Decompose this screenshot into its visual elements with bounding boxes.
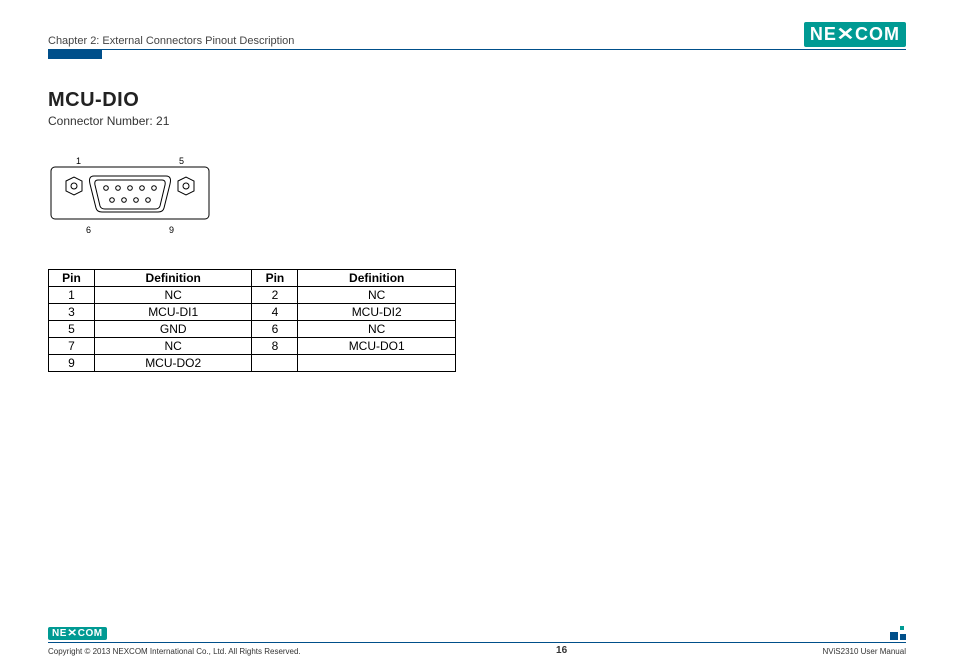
footer-brand-logo: NE✕COM: [48, 627, 107, 640]
cell-pin-a: 9: [49, 355, 95, 372]
page-number: 16: [556, 645, 567, 656]
cell-def-b: MCU-DO1: [298, 338, 456, 355]
cell-pin-a: 1: [49, 287, 95, 304]
cell-pin-b: [252, 355, 298, 372]
pinout-tbody: 1NC2NC3MCU-DI14MCU-DI25GND6NC7NC8MCU-DO1…: [49, 287, 456, 372]
table-row: 5GND6NC: [49, 321, 456, 338]
pin-label-6: 6: [86, 225, 91, 235]
footer-rule: [48, 642, 906, 643]
table-header-row: Pin Definition Pin Definition: [49, 270, 456, 287]
th-pin-b: Pin: [252, 270, 298, 287]
cell-pin-b: 6: [252, 321, 298, 338]
section-title: MCU-DIO: [48, 89, 906, 112]
cell-def-a: NC: [94, 287, 252, 304]
cell-def-b: MCU-DI2: [298, 304, 456, 321]
chapter-title: Chapter 2: External Connectors Pinout De…: [48, 35, 294, 47]
db9-connector-icon: [50, 166, 210, 220]
cell-pin-b: 4: [252, 304, 298, 321]
page-footer: NE✕COM Copyright © 2013 NEXCOM Internati…: [48, 626, 906, 656]
cell-def-b: [298, 355, 456, 372]
cell-def-b: NC: [298, 321, 456, 338]
cell-pin-a: 3: [49, 304, 95, 321]
connector-number: Connector Number: 21: [48, 114, 906, 128]
table-row: 7NC8MCU-DO1: [49, 338, 456, 355]
cell-def-b: NC: [298, 287, 456, 304]
pin-label-9: 9: [169, 225, 174, 235]
table-row: 3MCU-DI14MCU-DI2: [49, 304, 456, 321]
corner-mark-icon: [890, 626, 906, 640]
cell-def-a: GND: [94, 321, 252, 338]
cell-pin-a: 7: [49, 338, 95, 355]
cell-def-a: MCU-DO2: [94, 355, 252, 372]
cell-pin-b: 2: [252, 287, 298, 304]
table-row: 9MCU-DO2: [49, 355, 456, 372]
brand-logo: NE✕COM: [804, 22, 906, 47]
th-def-b: Definition: [298, 270, 456, 287]
header-rule: [48, 49, 906, 63]
cell-pin-b: 8: [252, 338, 298, 355]
cell-def-a: MCU-DI1: [94, 304, 252, 321]
pinout-table: Pin Definition Pin Definition 1NC2NC3MCU…: [48, 269, 456, 372]
logo-x-icon: ✕: [836, 24, 855, 45]
cell-pin-a: 5: [49, 321, 95, 338]
connector-diagram: 1 5 6 9: [50, 156, 906, 235]
pin-label-5: 5: [179, 156, 184, 166]
logo-x-icon: ✕: [67, 628, 78, 639]
th-def-a: Definition: [94, 270, 252, 287]
copyright-text: Copyright © 2013 NEXCOM International Co…: [48, 647, 301, 656]
th-pin-a: Pin: [49, 270, 95, 287]
header-tab: [48, 49, 102, 59]
table-row: 1NC2NC: [49, 287, 456, 304]
pin-labels-bottom: 6 9: [86, 225, 174, 235]
cell-def-a: NC: [94, 338, 252, 355]
pin-labels-top: 1 5: [76, 156, 184, 166]
pin-label-1: 1: [76, 156, 81, 166]
doc-name: NViS2310 User Manual: [823, 647, 906, 656]
